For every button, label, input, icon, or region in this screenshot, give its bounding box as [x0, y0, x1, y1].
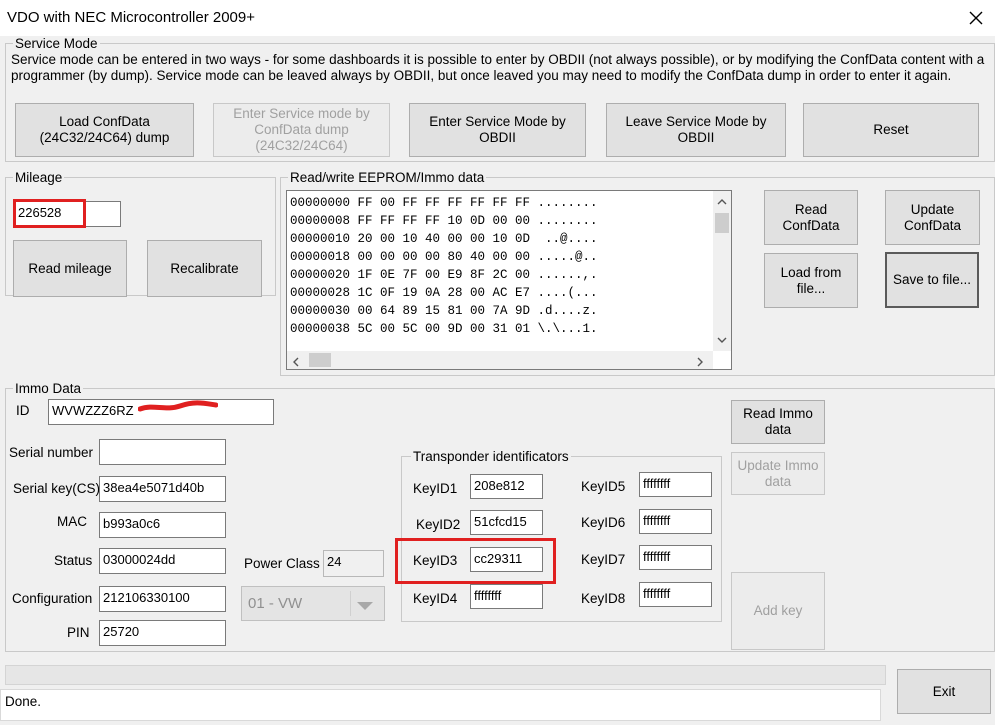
service-mode-label: Service Mode	[13, 36, 100, 51]
reset-button[interactable]: Reset	[803, 103, 979, 157]
serial-number-input[interactable]	[99, 439, 226, 465]
update-immo-data-button[interactable]: Update Immo data	[731, 452, 825, 495]
mileage-label: Mileage	[13, 170, 65, 185]
scroll-left-icon[interactable]	[291, 355, 301, 367]
configuration-input[interactable]: 212106330100	[99, 586, 226, 612]
hex-line: 00000008 FF FF FF FF 10 0D 00 00 .......…	[290, 214, 598, 228]
serial-number-label: Serial number	[9, 445, 94, 460]
scroll-down-icon[interactable]	[717, 333, 727, 343]
keyid4-input[interactable]: ffffffff	[470, 584, 543, 609]
keyid7-input[interactable]: ffffffff	[639, 545, 712, 570]
power-class-input[interactable]: 24	[323, 550, 384, 577]
id-label: ID	[16, 403, 30, 418]
hex-line: 00000028 1C 0F 19 0A 28 00 AC E7 ....(..…	[290, 286, 598, 300]
read-confdata-button[interactable]: Read ConfData	[764, 190, 858, 245]
keyid5-input[interactable]: ffffffff	[639, 472, 712, 497]
exit-button[interactable]: Exit	[897, 669, 991, 714]
load-from-file-button[interactable]: Load from file...	[764, 253, 858, 308]
keyid3-highlight	[395, 538, 556, 584]
horizontal-scrollbar[interactable]	[287, 351, 713, 369]
save-to-file-button[interactable]: Save to file...	[885, 252, 979, 308]
keyid8-label: KeyID8	[581, 591, 626, 606]
hex-line: 00000018 00 00 00 00 80 40 00 00 .....@.…	[290, 250, 598, 264]
vertical-scrollbar[interactable]	[713, 191, 731, 351]
redaction-scribble	[137, 400, 219, 414]
hex-line: 00000030 00 64 89 15 81 00 7A 9D .d....z…	[290, 304, 598, 318]
progress-bar	[5, 665, 886, 685]
read-mileage-button[interactable]: Read mileage	[13, 240, 127, 297]
keyid8-input[interactable]: ffffffff	[639, 582, 712, 607]
keyid1-label: KeyID1	[413, 481, 458, 496]
status-label: Status	[54, 553, 93, 568]
recalibrate-button[interactable]: Recalibrate	[147, 240, 262, 297]
keyid2-input[interactable]: 51cfcd15	[470, 510, 543, 535]
pin-label: PIN	[67, 625, 90, 640]
close-icon[interactable]	[966, 8, 986, 28]
load-confdata-dump-button[interactable]: Load ConfData (24C32/24C64) dump	[15, 103, 194, 157]
keyid4-label: KeyID4	[413, 591, 458, 606]
window-edge	[995, 36, 1001, 725]
id-value: WVWZZZ6RZ	[52, 403, 134, 418]
update-confdata-button[interactable]: Update ConfData	[885, 190, 980, 245]
hscroll-thumb[interactable]	[309, 353, 331, 367]
service-mode-description: Service mode can be entered in two ways …	[11, 52, 985, 83]
keyid6-input[interactable]: ffffffff	[639, 509, 712, 534]
hex-viewer[interactable]: 00000000 FF 00 FF FF FF FF FF FF .......…	[286, 190, 732, 370]
transponder-label: Transponder identificators	[411, 449, 571, 464]
serial-key-input[interactable]: 38ea4e5071d40b	[99, 476, 226, 502]
leave-service-mode-obd-button[interactable]: Leave Service Mode by OBDII	[606, 103, 786, 157]
power-class-select[interactable]: 01 - VW	[241, 586, 385, 621]
add-key-button[interactable]: Add key	[731, 572, 825, 650]
enter-service-mode-dump-button[interactable]: Enter Service mode by ConfData dump (24C…	[213, 103, 390, 157]
scroll-thumb[interactable]	[715, 213, 729, 233]
keyid6-label: KeyID6	[581, 515, 626, 530]
enter-service-mode-obd-button[interactable]: Enter Service Mode by OBDII	[409, 103, 586, 157]
power-class-select-value: 01 - VW	[248, 595, 303, 612]
pin-input[interactable]: 25720	[99, 620, 226, 646]
keyid1-input[interactable]: 208e812	[470, 474, 543, 499]
mac-label: MAC	[57, 514, 87, 529]
keyid7-label: KeyID7	[581, 552, 626, 567]
status-text: Done.	[5, 694, 42, 709]
configuration-label: Configuration	[12, 591, 93, 606]
status-input[interactable]: 03000024dd	[99, 548, 226, 574]
scroll-right-icon[interactable]	[695, 355, 705, 367]
serial-key-label: Serial key(CS)	[13, 481, 101, 496]
hex-line: 00000038 5C 00 5C 00 9D 00 31 01 \.\...1…	[290, 322, 598, 336]
mileage-highlight	[13, 199, 86, 228]
select-divider	[350, 591, 351, 616]
eeprom-label: Read/write EEPROM/Immo data	[288, 170, 487, 185]
power-class-label: Power Class	[244, 556, 320, 571]
immo-data-label: Immo Data	[13, 381, 84, 396]
keyid5-label: KeyID5	[581, 479, 626, 494]
scroll-up-icon[interactable]	[717, 195, 727, 205]
read-immo-data-button[interactable]: Read Immo data	[731, 400, 825, 444]
hex-line: 00000000 FF 00 FF FF FF FF FF FF .......…	[290, 196, 598, 210]
hex-line: 00000020 1F 0E 7F 00 E9 8F 2C 00 ......,…	[290, 268, 598, 282]
chevron-down-icon[interactable]	[356, 599, 374, 610]
hex-line: 00000010 20 00 10 40 00 00 10 0D ..@....	[290, 232, 598, 246]
keyid2-label: KeyID2	[416, 517, 461, 532]
status-bar: Done.	[0, 689, 881, 721]
mac-input[interactable]: b993a0c6	[99, 512, 226, 538]
window-title: VDO with NEC Microcontroller 2009+	[7, 9, 256, 26]
